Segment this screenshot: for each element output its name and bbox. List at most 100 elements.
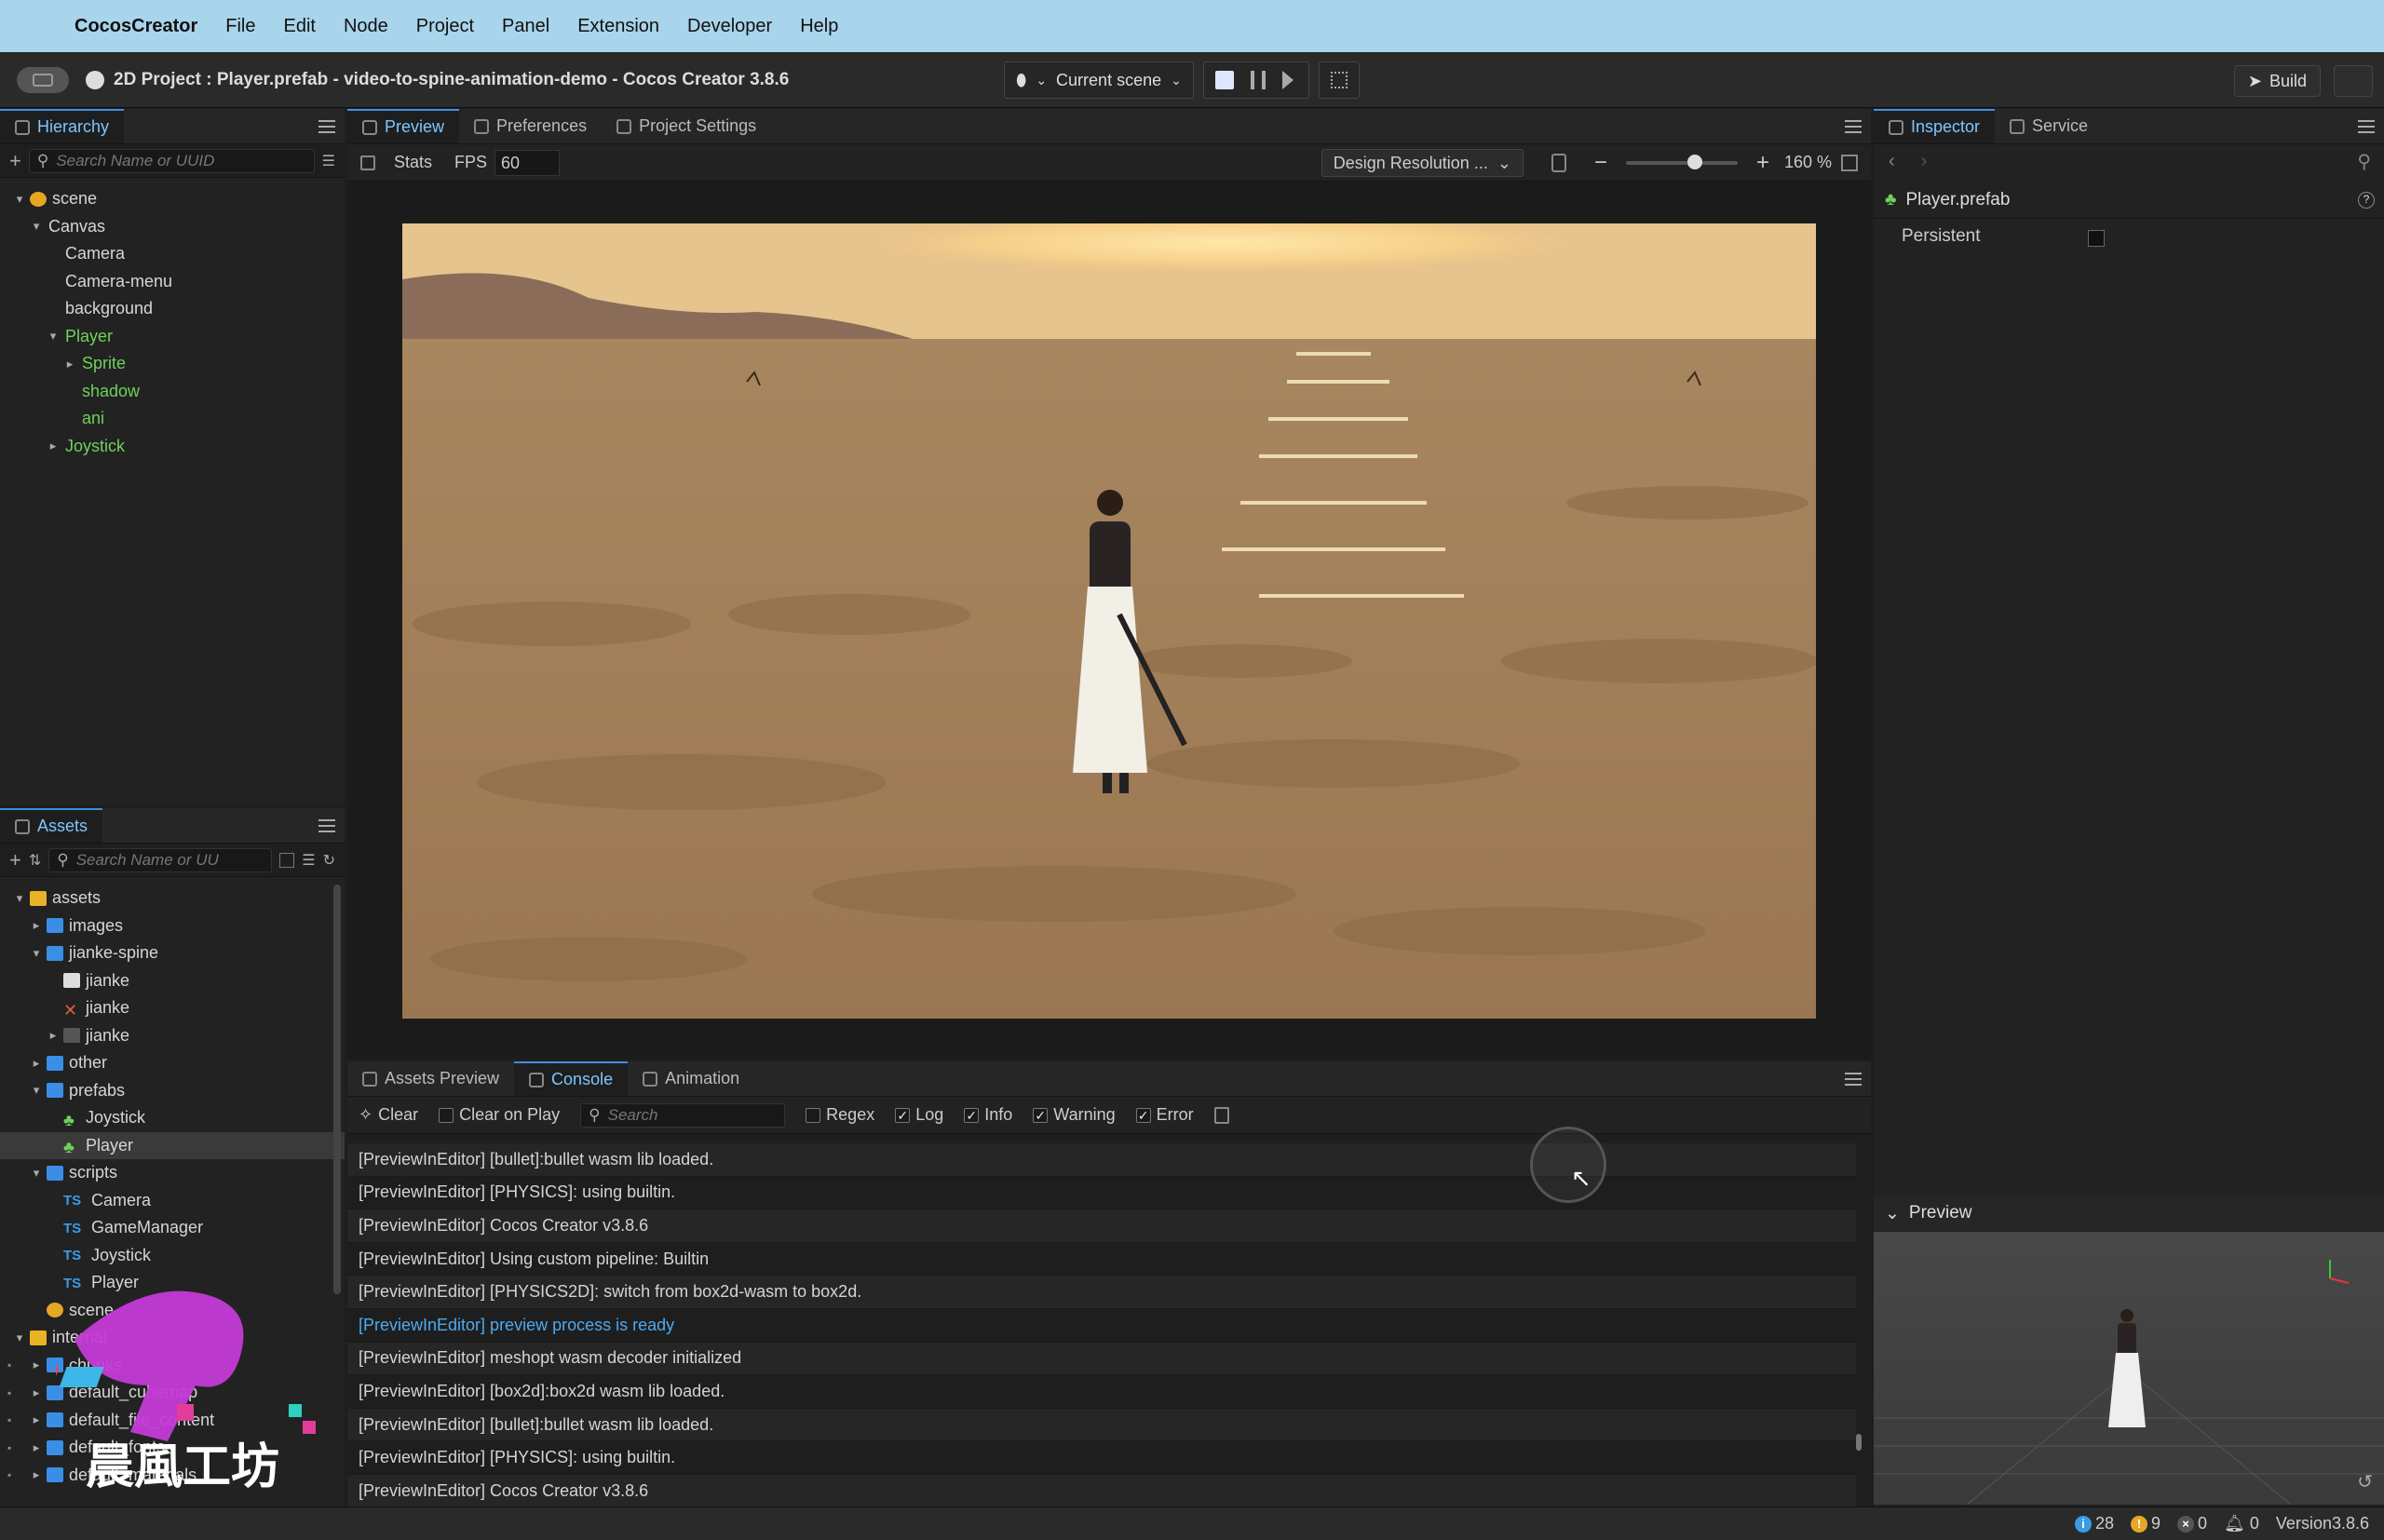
console-search[interactable]: ⚲ Search <box>580 1102 786 1128</box>
tree-item[interactable]: TS Camera <box>0 1187 345 1215</box>
rotate-icon[interactable] <box>1551 153 1566 172</box>
preview-section-header[interactable]: ⌄ Preview <box>1874 1196 2384 1230</box>
menu-edit[interactable]: Edit <box>284 16 316 37</box>
log-entry[interactable]: [PreviewInEditor] [bullet]:bullet wasm l… <box>347 1143 1856 1177</box>
tree-item[interactable]: ▾ prefabs <box>0 1077 345 1105</box>
caret-icon[interactable]: ▾ <box>13 891 26 906</box>
tab-hierarchy[interactable]: Hierarchy <box>0 109 125 143</box>
zoom-slider[interactable] <box>1625 154 1738 169</box>
log-entry[interactable]: [PreviewInEditor] [box2d]:box2d wasm lib… <box>347 1375 1856 1409</box>
tab-preferences[interactable]: Preferences <box>459 109 602 143</box>
list-options-icon[interactable]: ☰ <box>322 152 335 170</box>
persistent-checkbox[interactable] <box>2088 230 2105 247</box>
log-entry[interactable]: [PreviewInEditor] Cocos Creator v3.8.6 <box>347 1474 1856 1506</box>
panel-menu-icon[interactable] <box>318 819 335 832</box>
tree-item[interactable]: Camera-menu <box>0 268 345 296</box>
filter-info[interactable]: ✓ Info <box>964 1105 1012 1125</box>
log-entry[interactable]: [PreviewInEditor] meshopt wasm decoder i… <box>347 1342 1856 1376</box>
tree-item[interactable]: ♣ Player <box>0 1131 345 1159</box>
log-entry[interactable]: [PreviewInEditor] Using custom pipeline:… <box>347 1243 1856 1277</box>
stats-toggle[interactable]: Stats <box>394 153 432 172</box>
play-button[interactable] <box>1214 71 1234 89</box>
tree-item[interactable]: ▸ Sprite <box>0 350 345 378</box>
build-button[interactable]: ➤ Build <box>2233 65 2321 97</box>
tree-item[interactable]: shadow <box>0 378 345 406</box>
tab-project-settings[interactable]: Project Settings <box>602 109 771 143</box>
caret-icon[interactable]: ▸ <box>30 1440 43 1455</box>
menu-node[interactable]: Node <box>344 16 388 37</box>
clear-on-play-checkbox[interactable]: Clear on Play <box>439 1105 560 1125</box>
tree-item[interactable]: jianke <box>0 967 345 995</box>
tab-inspector[interactable]: Inspector <box>1874 109 1996 143</box>
tree-item[interactable]: ▾ assets <box>0 885 345 912</box>
info-count[interactable]: i 28 <box>2074 1514 2114 1533</box>
tree-item[interactable]: ♣ Joystick <box>0 1104 345 1132</box>
game-viewport[interactable] <box>402 223 1816 1019</box>
error-count[interactable]: × 0 <box>2177 1514 2207 1533</box>
tab-animation[interactable]: Animation <box>628 1061 754 1096</box>
menu-help[interactable]: Help <box>800 16 838 37</box>
forward-icon[interactable]: › <box>1921 151 1928 172</box>
reset-icon[interactable]: ↺ <box>2357 1470 2373 1493</box>
tree-item[interactable]: ▾ Canvas <box>0 213 345 241</box>
caret-icon[interactable]: ▸ <box>30 1467 43 1482</box>
tree-item[interactable]: ▾ jianke-spine <box>0 939 345 967</box>
zoom-out-icon[interactable]: − <box>1594 150 1607 176</box>
menu-panel[interactable]: Panel <box>502 16 549 37</box>
help-icon[interactable]: ? <box>2358 191 2375 209</box>
filter-regex[interactable]: Regex <box>806 1105 874 1125</box>
log-entry[interactable]: [PreviewInEditor] [PHYSICS2D]: switch fr… <box>347 1276 1856 1309</box>
panel-menu-icon[interactable] <box>1845 120 1862 133</box>
tree-item[interactable]: ▸ Joystick <box>0 433 345 461</box>
filter-log[interactable]: ✓ Log <box>895 1105 943 1125</box>
menu-file[interactable]: File <box>225 16 255 37</box>
step-button[interactable] <box>1281 71 1294 89</box>
assets-search[interactable]: ⚲ Search Name or UU <box>48 847 273 872</box>
warn-count[interactable]: ! 9 <box>2131 1514 2160 1533</box>
layout-toggle-button[interactable] <box>17 66 69 93</box>
tree-item[interactable]: ▸ other <box>0 1049 345 1077</box>
tree-item[interactable]: ▾ scene <box>0 185 345 213</box>
menu-extension[interactable]: Extension <box>577 16 659 37</box>
apple-icon[interactable] <box>28 15 48 37</box>
tab-assets[interactable]: Assets <box>0 808 103 843</box>
fps-input[interactable]: 60 <box>494 149 561 176</box>
caret-icon[interactable]: ▾ <box>30 946 43 961</box>
pause-button[interactable] <box>1250 71 1266 89</box>
screenshot-icon[interactable] <box>360 155 375 170</box>
menu-project[interactable]: Project <box>416 16 474 37</box>
refresh-icon[interactable]: ↻ <box>323 851 335 870</box>
log-entry[interactable]: [PreviewInEditor] [PHYSICS]: using built… <box>347 1441 1856 1475</box>
caret-icon[interactable]: ▸ <box>30 918 43 933</box>
tab-preview[interactable]: Preview <box>347 109 460 143</box>
caret-icon[interactable]: ▾ <box>30 219 43 234</box>
pin-icon[interactable]: ⚲ <box>2357 150 2371 173</box>
caret-icon[interactable]: ▾ <box>13 192 26 207</box>
panel-menu-icon[interactable] <box>318 120 335 133</box>
console-scrollbar[interactable] <box>1856 1434 1862 1451</box>
caret-icon[interactable]: ▾ <box>13 1331 26 1345</box>
tree-item[interactable]: TS GameManager <box>0 1214 345 1242</box>
tab-service[interactable]: Service <box>1995 109 2103 143</box>
design-resolution-select[interactable]: Design Resolution ... ⌄ <box>1321 148 1524 177</box>
clear-button[interactable]: ✧ Clear <box>359 1105 418 1125</box>
filter-error[interactable]: ✓ Error <box>1135 1105 1194 1125</box>
menu-developer[interactable]: Developer <box>687 16 772 37</box>
caret-icon[interactable]: ▸ <box>63 357 76 371</box>
prefab-preview-viewport[interactable]: ↺ <box>1874 1232 2384 1506</box>
tree-item[interactable]: background <box>0 295 345 323</box>
add-asset-icon[interactable]: + <box>9 848 21 872</box>
caret-icon[interactable]: ▸ <box>30 1056 43 1071</box>
checkbox-icon[interactable] <box>279 852 295 868</box>
scene-select[interactable]: ⬮ ⌄ Current scene ⌄ <box>1004 61 1194 99</box>
assets-scrollbar[interactable] <box>333 885 341 1294</box>
tree-item[interactable]: ▸ jianke <box>0 1022 345 1050</box>
tab-console[interactable]: Console <box>514 1061 629 1096</box>
add-node-icon[interactable]: + <box>9 149 21 173</box>
log-entry[interactable]: [PreviewInEditor] Cocos Creator v3.8.6 <box>347 1209 1856 1243</box>
tree-item[interactable]: ▸ images <box>0 912 345 940</box>
list-options-icon[interactable]: ☰ <box>302 851 315 870</box>
caret-icon[interactable]: ▾ <box>30 1166 43 1181</box>
qr-button[interactable] <box>1318 61 1360 99</box>
tree-item[interactable]: ▾ scripts <box>0 1159 345 1187</box>
